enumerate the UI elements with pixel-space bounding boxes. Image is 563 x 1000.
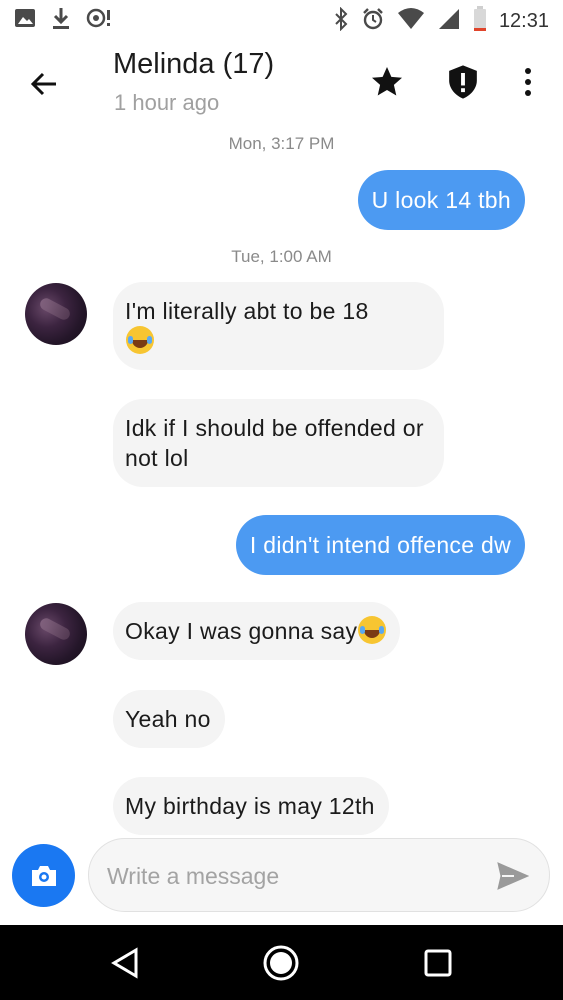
avatar[interactable] [25,283,87,345]
message-input-container [88,838,550,912]
message-outgoing[interactable]: U look 14 tbh [357,170,525,230]
more-options-button[interactable] [508,62,548,102]
nav-home-button[interactable] [260,942,302,984]
contact-name[interactable]: Melinda (17) [113,48,274,81]
system-nav-bar [0,925,563,1000]
alarm-icon [361,7,385,35]
clock-time: 12:31 [498,9,549,32]
message-incoming[interactable]: I'm literally abt to be 18 [113,282,444,370]
battery-icon [473,6,487,36]
message-list[interactable]: Mon, 3:17 PM U look 14 tbh Tue, 1:00 AM … [0,125,563,835]
star-icon [372,67,402,96]
nav-back-icon [111,947,138,979]
back-arrow-icon [30,72,56,96]
nav-recents-icon [424,949,452,977]
laughing-tears-emoji [358,616,387,644]
download-icon [50,6,72,34]
date-separator: Mon, 3:17 PM [228,134,335,153]
safety-button[interactable] [443,62,483,102]
wifi-icon [397,7,425,35]
status-bar: 12:31 [0,0,563,40]
bluetooth-icon [333,6,349,35]
send-icon [497,862,529,890]
favorite-button[interactable] [367,62,407,102]
message-composer [0,835,563,925]
nav-back-button[interactable] [104,942,146,984]
send-button[interactable] [495,859,531,893]
message-outgoing[interactable]: I didn't intend offence dw [235,515,525,575]
notification-icon [86,6,112,34]
image-icon [14,7,36,33]
back-button[interactable] [24,64,64,104]
message-input[interactable] [107,859,487,893]
shield-alert-icon [449,65,477,99]
date-separator: Tue, 1:00 AM [231,247,332,266]
more-vert-icon [525,68,531,96]
nav-recents-button[interactable] [417,942,459,984]
message-text: Okay I was gonna say [125,618,358,644]
message-incoming[interactable]: My birthday is may 12th [113,777,389,835]
avatar[interactable] [25,603,87,665]
message-incoming[interactable]: Okay I was gonna say [113,602,401,660]
message-incoming[interactable]: Yeah no [113,690,225,748]
camera-icon [31,865,56,886]
chat-header: Melinda (17) 1 hour ago [0,40,563,125]
signal-icon [437,7,461,35]
message-incoming[interactable]: Idk if I should be offended or not lol [113,399,444,487]
message-text: I'm literally abt to be 18 [125,298,369,324]
camera-button[interactable] [12,844,75,907]
nav-home-icon [263,945,299,981]
last-seen: 1 hour ago [114,90,220,115]
laughing-tears-emoji [126,326,154,354]
